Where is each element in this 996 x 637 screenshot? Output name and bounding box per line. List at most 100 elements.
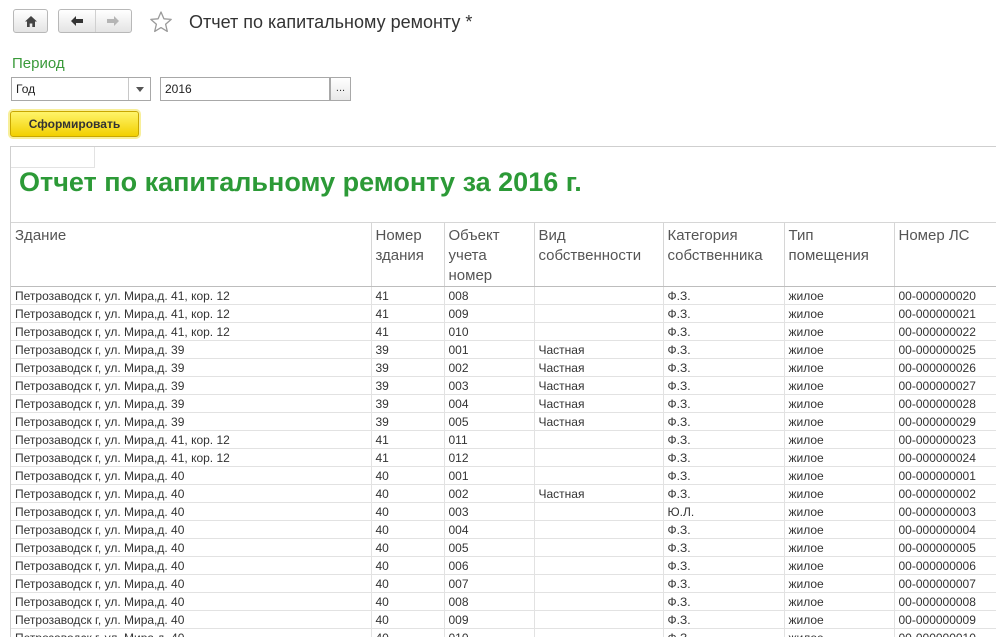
cell-building: Петрозаводск г, ул. Мира,д. 40 bbox=[11, 611, 371, 629]
cell-object-number: 002 bbox=[444, 359, 534, 377]
table-row[interactable]: Петрозаводск г, ул. Мира,д. 3939001Частн… bbox=[11, 341, 996, 359]
cell-premises-type: жилое bbox=[784, 539, 894, 557]
cell-object-number: 003 bbox=[444, 377, 534, 395]
period-value-text: 2016 bbox=[165, 82, 192, 96]
home-button[interactable] bbox=[13, 9, 48, 33]
cell-ownership-type bbox=[534, 539, 663, 557]
cell-ownership-type bbox=[534, 611, 663, 629]
cell-owner-category: Ф.З. bbox=[663, 287, 784, 305]
cell-building-number: 39 bbox=[371, 377, 444, 395]
back-button[interactable] bbox=[59, 10, 95, 32]
cell-object-number: 003 bbox=[444, 503, 534, 521]
period-picker-button[interactable]: ... bbox=[330, 77, 351, 101]
column-header: Вид собственности bbox=[534, 223, 663, 287]
cell-premises-type: жилое bbox=[784, 503, 894, 521]
table-row[interactable]: Петрозаводск г, ул. Мира,д. 4040006Ф.З.ж… bbox=[11, 557, 996, 575]
table-row[interactable]: Петрозаводск г, ул. Мира,д. 3939002Частн… bbox=[11, 359, 996, 377]
cell-owner-category: Ф.З. bbox=[663, 305, 784, 323]
cell-building-number: 41 bbox=[371, 305, 444, 323]
chevron-down-icon bbox=[136, 87, 144, 92]
table-row[interactable]: Петрозаводск г, ул. Мира,д. 4040002Частн… bbox=[11, 485, 996, 503]
cell-building-number: 41 bbox=[371, 431, 444, 449]
cell-building: Петрозаводск г, ул. Мира,д. 40 bbox=[11, 557, 371, 575]
cell-ownership-type: Частная bbox=[534, 485, 663, 503]
generate-button[interactable]: Сформировать bbox=[10, 111, 139, 137]
cell-object-number: 004 bbox=[444, 395, 534, 413]
cell-owner-category: Ф.З. bbox=[663, 377, 784, 395]
cell-premises-type: жилое bbox=[784, 521, 894, 539]
table-row[interactable]: Петрозаводск г, ул. Мира,д. 4040003Ю.Л.ж… bbox=[11, 503, 996, 521]
cell-object-number: 010 bbox=[444, 323, 534, 341]
window-title: Отчет по капитальному ремонту * bbox=[189, 12, 472, 33]
cell-building-number: 40 bbox=[371, 521, 444, 539]
cell-owner-category: Ф.З. bbox=[663, 467, 784, 485]
cell-owner-category: Ф.З. bbox=[663, 611, 784, 629]
table-row[interactable]: Петрозаводск г, ул. Мира,д. 4040009Ф.З.ж… bbox=[11, 611, 996, 629]
cell-building: Петрозаводск г, ул. Мира,д. 41, кор. 12 bbox=[11, 323, 371, 341]
cell-account-number: 00-000000029 bbox=[894, 413, 996, 431]
table-row[interactable]: Петрозаводск г, ул. Мира,д. 4040008Ф.З.ж… bbox=[11, 593, 996, 611]
cell-owner-category: Ф.З. bbox=[663, 359, 784, 377]
table-row[interactable]: Петрозаводск г, ул. Мира,д. 41, кор. 124… bbox=[11, 287, 996, 305]
cell-account-number: 00-000000001 bbox=[894, 467, 996, 485]
cell-account-number: 00-000000007 bbox=[894, 575, 996, 593]
table-row[interactable]: Петрозаводск г, ул. Мира,д. 3939005Частн… bbox=[11, 413, 996, 431]
table-row[interactable]: Петрозаводск г, ул. Мира,д. 41, кор. 124… bbox=[11, 305, 996, 323]
table-row[interactable]: Петрозаводск г, ул. Мира,д. 41, кор. 124… bbox=[11, 449, 996, 467]
table-header-row: Здание Номер здания Объект учета номер В… bbox=[11, 223, 996, 287]
cell-premises-type: жилое bbox=[784, 593, 894, 611]
forward-button[interactable] bbox=[95, 10, 132, 32]
cell-building: Петрозаводск г, ул. Мира,д. 41, кор. 12 bbox=[11, 431, 371, 449]
cell-building-number: 40 bbox=[371, 503, 444, 521]
dropdown-button[interactable] bbox=[128, 78, 150, 100]
cell-object-number: 009 bbox=[444, 611, 534, 629]
cell-building-number: 40 bbox=[371, 485, 444, 503]
cell-building-number: 39 bbox=[371, 341, 444, 359]
table-row[interactable]: Петрозаводск г, ул. Мира,д. 3939004Частн… bbox=[11, 395, 996, 413]
star-icon bbox=[149, 10, 173, 34]
cell-building-number: 41 bbox=[371, 449, 444, 467]
cell-ownership-type bbox=[534, 449, 663, 467]
table-row[interactable]: Петрозаводск г, ул. Мира,д. 41, кор. 124… bbox=[11, 323, 996, 341]
report-area: Отчет по капитальному ремонту за 2016 г.… bbox=[10, 146, 996, 637]
period-type-select[interactable]: Год bbox=[11, 77, 151, 101]
report-corner-cell bbox=[11, 147, 95, 168]
cell-owner-category: Ф.З. bbox=[663, 539, 784, 557]
cell-account-number: 00-000000021 bbox=[894, 305, 996, 323]
cell-building-number: 41 bbox=[371, 287, 444, 305]
cell-account-number: 00-000000022 bbox=[894, 323, 996, 341]
cell-ownership-type: Частная bbox=[534, 377, 663, 395]
table-row[interactable]: Петрозаводск г, ул. Мира,д. 4040005Ф.З.ж… bbox=[11, 539, 996, 557]
cell-owner-category: Ф.З. bbox=[663, 395, 784, 413]
cell-building-number: 40 bbox=[371, 557, 444, 575]
cell-building: Петрозаводск г, ул. Мира,д. 39 bbox=[11, 395, 371, 413]
cell-account-number: 00-000000023 bbox=[894, 431, 996, 449]
favorite-star-button[interactable] bbox=[149, 10, 173, 39]
cell-ownership-type: Частная bbox=[534, 413, 663, 431]
cell-ownership-type bbox=[534, 575, 663, 593]
cell-ownership-type bbox=[534, 467, 663, 485]
cell-ownership-type bbox=[534, 287, 663, 305]
table-row[interactable]: Петрозаводск г, ул. Мира,д. 4040007Ф.З.ж… bbox=[11, 575, 996, 593]
table-row[interactable]: Петрозаводск г, ул. Мира,д. 3939003Частн… bbox=[11, 377, 996, 395]
cell-premises-type: жилое bbox=[784, 431, 894, 449]
cell-owner-category: Ф.З. bbox=[663, 521, 784, 539]
table-row[interactable]: Петрозаводск г, ул. Мира,д. 4040001Ф.З.ж… bbox=[11, 467, 996, 485]
cell-building-number: 39 bbox=[371, 413, 444, 431]
cell-ownership-type: Частная bbox=[534, 395, 663, 413]
table-row[interactable]: Петрозаводск г, ул. Мира,д. 4040004Ф.З.ж… bbox=[11, 521, 996, 539]
cell-premises-type: жилое bbox=[784, 467, 894, 485]
period-value-input[interactable]: 2016 bbox=[160, 77, 330, 101]
cell-account-number: 00-000000026 bbox=[894, 359, 996, 377]
cell-owner-category: Ф.З. bbox=[663, 431, 784, 449]
cell-object-number: 011 bbox=[444, 431, 534, 449]
table-row[interactable]: Петрозаводск г, ул. Мира,д. 41, кор. 124… bbox=[11, 431, 996, 449]
cell-account-number: 00-000000028 bbox=[894, 395, 996, 413]
cell-owner-category: Ф.З. bbox=[663, 593, 784, 611]
cell-object-number: 005 bbox=[444, 539, 534, 557]
cell-building: Петрозаводск г, ул. Мира,д. 40 bbox=[11, 575, 371, 593]
cell-building: Петрозаводск г, ул. Мира,д. 41, кор. 12 bbox=[11, 287, 371, 305]
cell-object-number: 008 bbox=[444, 287, 534, 305]
cell-premises-type: жилое bbox=[784, 395, 894, 413]
cell-account-number: 00-000000020 bbox=[894, 287, 996, 305]
